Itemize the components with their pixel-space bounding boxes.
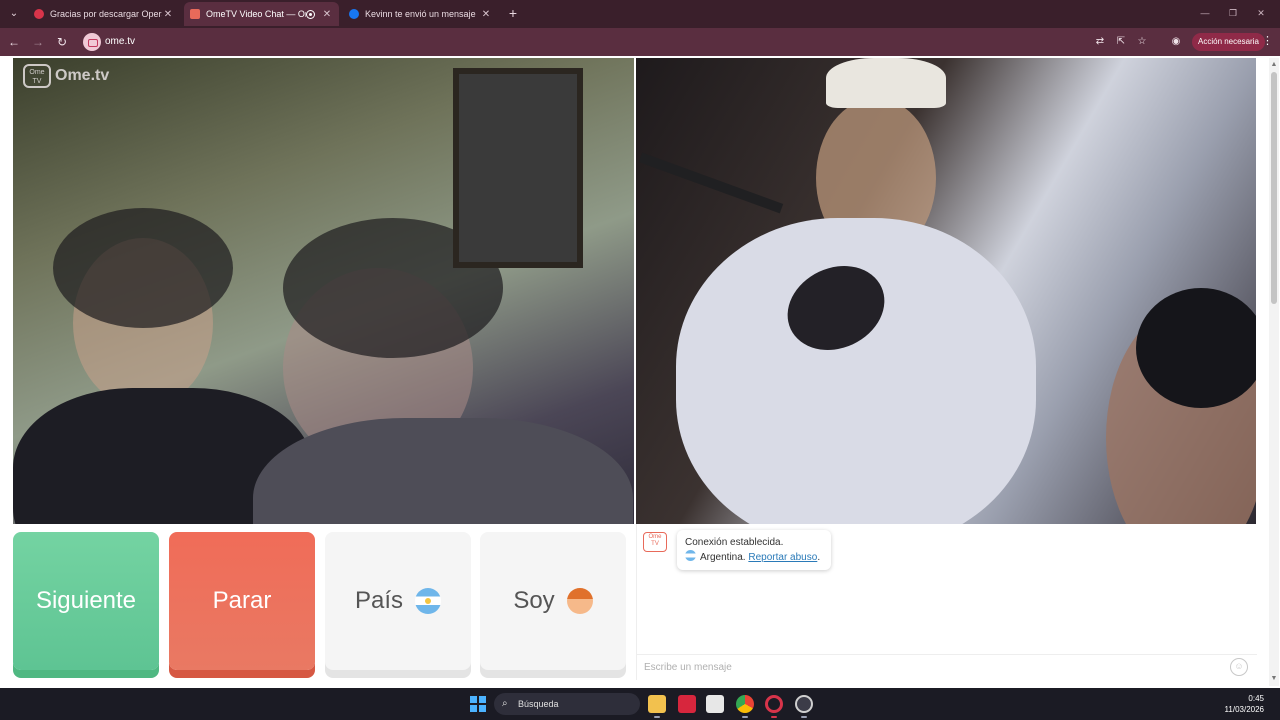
taskbar-search-label: Búsqueda	[518, 699, 559, 709]
minimize-icon[interactable]: —	[1198, 6, 1212, 20]
browser-tab-strip: ⌄ Gracias por descargar Opera ✕ OmeTV Vi…	[0, 0, 1280, 28]
tab-title: Kevinn te envió un mensaje	[365, 9, 476, 19]
facebook-icon	[349, 9, 359, 19]
logo-text: Ome.tv	[55, 67, 110, 84]
tab-facebook-message[interactable]: Kevinn te envió un mensaje ✕	[343, 2, 498, 26]
opera-icon	[34, 9, 44, 19]
tab-title: Gracias por descargar Opera	[50, 9, 162, 19]
next-button[interactable]: Siguiente	[13, 532, 159, 670]
hair-silhouette	[1136, 288, 1256, 408]
new-tab-plus-icon[interactable]: +	[505, 5, 521, 21]
page-scrollbar[interactable]: ▲ ▼	[1269, 58, 1279, 686]
close-icon[interactable]: ✕	[480, 9, 492, 20]
chrome-icon[interactable]	[736, 695, 754, 713]
emoji-icon[interactable]: ☺	[1230, 658, 1248, 676]
boy-emoji-icon	[566, 588, 593, 614]
report-abuse-link[interactable]: Reportar abuso	[748, 552, 817, 563]
message-input[interactable]: Escribe un mensaje	[637, 654, 1257, 680]
tab-ometv[interactable]: OmeTV Video Chat — Ome ✕	[184, 2, 339, 26]
share-icon[interactable]: ⇱	[1113, 34, 1129, 50]
opera-gx-icon[interactable]	[795, 695, 813, 713]
translate-icon[interactable]: ⇄	[1092, 34, 1108, 50]
ometv-page: Ome TV Ome.tv ▲ ▼ Siguiente Parar País S…	[0, 56, 1280, 688]
profile-icon[interactable]: ◉	[1168, 34, 1184, 50]
close-icon[interactable]: ✕	[321, 9, 333, 20]
ometv-chat-logo-icon: Ome TV	[643, 532, 667, 552]
argentina-flag-icon	[415, 588, 442, 614]
reload-icon[interactable]: ↻	[54, 34, 70, 50]
running-indicator	[771, 716, 777, 718]
country-filter-button[interactable]: País	[325, 532, 471, 670]
address-bar: ← → ↻ ome.tv ⇄ ⇱ ☆ ◉ Acción necesaria ⋮	[0, 28, 1280, 56]
chat-panel: Ome TV Conexión establecida. Argentina. …	[636, 524, 1257, 680]
clock-time: 0:45	[1248, 694, 1264, 703]
office-app-icon[interactable]	[678, 695, 696, 713]
ometv-favicon-icon	[190, 9, 200, 19]
tv-logo-icon: Ome TV	[23, 64, 51, 88]
close-icon[interactable]: ✕	[162, 9, 174, 20]
back-arrow-icon[interactable]: ←	[6, 34, 22, 50]
local-video: Ome TV Ome.tv	[13, 58, 634, 524]
wall-mirror	[453, 68, 583, 268]
system-clock[interactable]: 0:45 11/03/2026	[1225, 693, 1264, 715]
taskbar-search[interactable]: ⌕ Búsqueda	[494, 693, 640, 715]
argentina-flag-icon	[685, 550, 696, 561]
remote-video	[636, 58, 1256, 524]
stop-button-label: Parar	[212, 587, 272, 614]
system-message: Conexión establecida. Argentina. Reporta…	[677, 530, 831, 570]
action-required-button[interactable]: Acción necesaria	[1192, 33, 1265, 51]
recording-icon	[306, 9, 315, 19]
running-indicator	[742, 716, 748, 718]
forward-arrow-icon[interactable]: →	[30, 34, 46, 50]
running-indicator	[801, 716, 807, 718]
country-button-label: País	[354, 587, 404, 614]
scroll-up-icon[interactable]: ▲	[1269, 60, 1279, 70]
taskbar: ⌕ Búsqueda 0:45 11/03/2026	[0, 688, 1280, 720]
report-suffix: .	[817, 552, 821, 563]
next-button-label: Siguiente	[35, 587, 137, 614]
gender-select-button[interactable]: Soy	[480, 532, 626, 670]
tab-menu-chevron-icon[interactable]: ⌄	[6, 6, 22, 22]
ometv-logo: Ome TV Ome.tv	[23, 64, 109, 88]
search-icon: ⌕	[502, 698, 508, 709]
clock-date: 11/03/2026	[1224, 705, 1264, 714]
window-close-icon[interactable]: ✕	[1254, 6, 1268, 20]
partner-country-line: Argentina. Reportar abuso.	[685, 550, 823, 565]
store-bag-icon[interactable]	[706, 695, 724, 713]
connection-status: Conexión establecida.	[685, 537, 784, 548]
partner-country: Argentina.	[700, 552, 746, 563]
opera-taskbar-icon[interactable]	[765, 695, 783, 713]
hoodie-silhouette	[676, 218, 1036, 524]
maximize-icon[interactable]: ❐	[1226, 6, 1240, 20]
scroll-down-icon[interactable]: ▼	[1269, 674, 1279, 684]
stop-button[interactable]: Parar	[169, 532, 315, 670]
file-explorer-icon[interactable]	[648, 695, 666, 713]
mic-boom-arm	[638, 152, 784, 214]
gender-button-label: Soy	[513, 587, 555, 614]
menu-kebab-icon[interactable]: ⋮	[1262, 34, 1273, 47]
url-field[interactable]: ome.tv	[105, 36, 135, 47]
scrollbar-thumb[interactable]	[1271, 72, 1277, 304]
windows-start-icon[interactable]	[470, 696, 486, 712]
running-indicator	[654, 716, 660, 718]
cap-silhouette	[826, 58, 946, 108]
tab-title: OmeTV Video Chat — Ome	[206, 9, 306, 19]
tab-opera-download[interactable]: Gracias por descargar Opera ✕	[28, 2, 180, 26]
hair-silhouette	[53, 208, 233, 328]
site-camera-icon[interactable]	[83, 33, 101, 51]
bookmark-star-icon[interactable]: ☆	[1134, 34, 1150, 50]
